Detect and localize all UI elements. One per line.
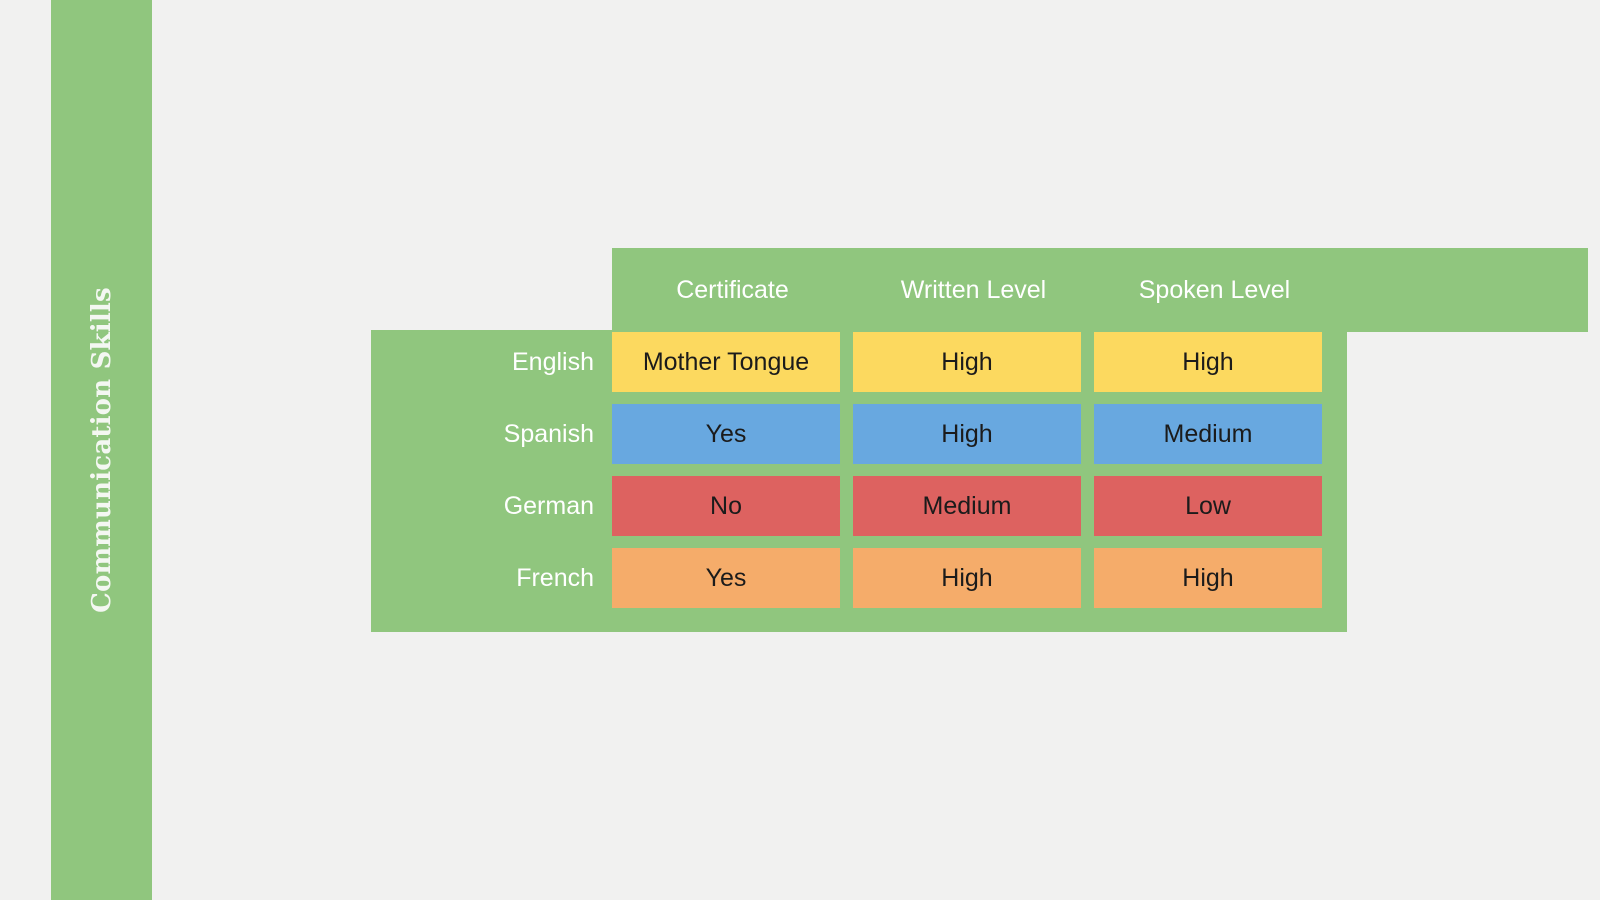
table-row: English Mother Tongue High High bbox=[371, 332, 1335, 392]
cell-spanish-written-level: High bbox=[853, 404, 1081, 464]
sidebar-title-label: Communication Skills bbox=[86, 287, 117, 613]
cell-english-spoken-level: High bbox=[1094, 332, 1322, 392]
slide-canvas: Communication Skills Certificate Written… bbox=[0, 0, 1600, 900]
column-header-row: Certificate Written Level Spoken Level bbox=[371, 248, 1335, 332]
cell-german-certificate: No bbox=[612, 476, 840, 536]
cell-spanish-spoken-level: Medium bbox=[1094, 404, 1322, 464]
cell-french-spoken-level: High bbox=[1094, 548, 1322, 608]
cell-english-written-level: High bbox=[853, 332, 1081, 392]
matrix-corner-cell bbox=[371, 248, 612, 332]
column-header-spoken-level: Spoken Level bbox=[1138, 275, 1291, 304]
cell-french-certificate: Yes bbox=[612, 548, 840, 608]
row-header-french: French bbox=[516, 563, 594, 592]
matrix-grid: Certificate Written Level Spoken Level E… bbox=[371, 248, 1335, 608]
table-row: French Yes High High bbox=[371, 548, 1335, 608]
cell-english-certificate: Mother Tongue bbox=[612, 332, 840, 392]
cell-french-written-level: High bbox=[853, 548, 1081, 608]
cell-german-written-level: Medium bbox=[853, 476, 1081, 536]
row-header-english: English bbox=[512, 347, 594, 376]
cell-german-spoken-level: Low bbox=[1094, 476, 1322, 536]
row-header-spanish: Spanish bbox=[503, 419, 594, 448]
sidebar-title-bar: Communication Skills bbox=[51, 0, 152, 900]
table-row: Spanish Yes High Medium bbox=[371, 404, 1335, 464]
cell-spanish-certificate: Yes bbox=[612, 404, 840, 464]
column-header-certificate: Certificate bbox=[676, 275, 789, 304]
column-header-written-level: Written Level bbox=[900, 275, 1047, 304]
skills-matrix: Certificate Written Level Spoken Level E… bbox=[371, 248, 1588, 632]
table-row: German No Medium Low bbox=[371, 476, 1335, 536]
row-header-german: German bbox=[503, 491, 594, 520]
